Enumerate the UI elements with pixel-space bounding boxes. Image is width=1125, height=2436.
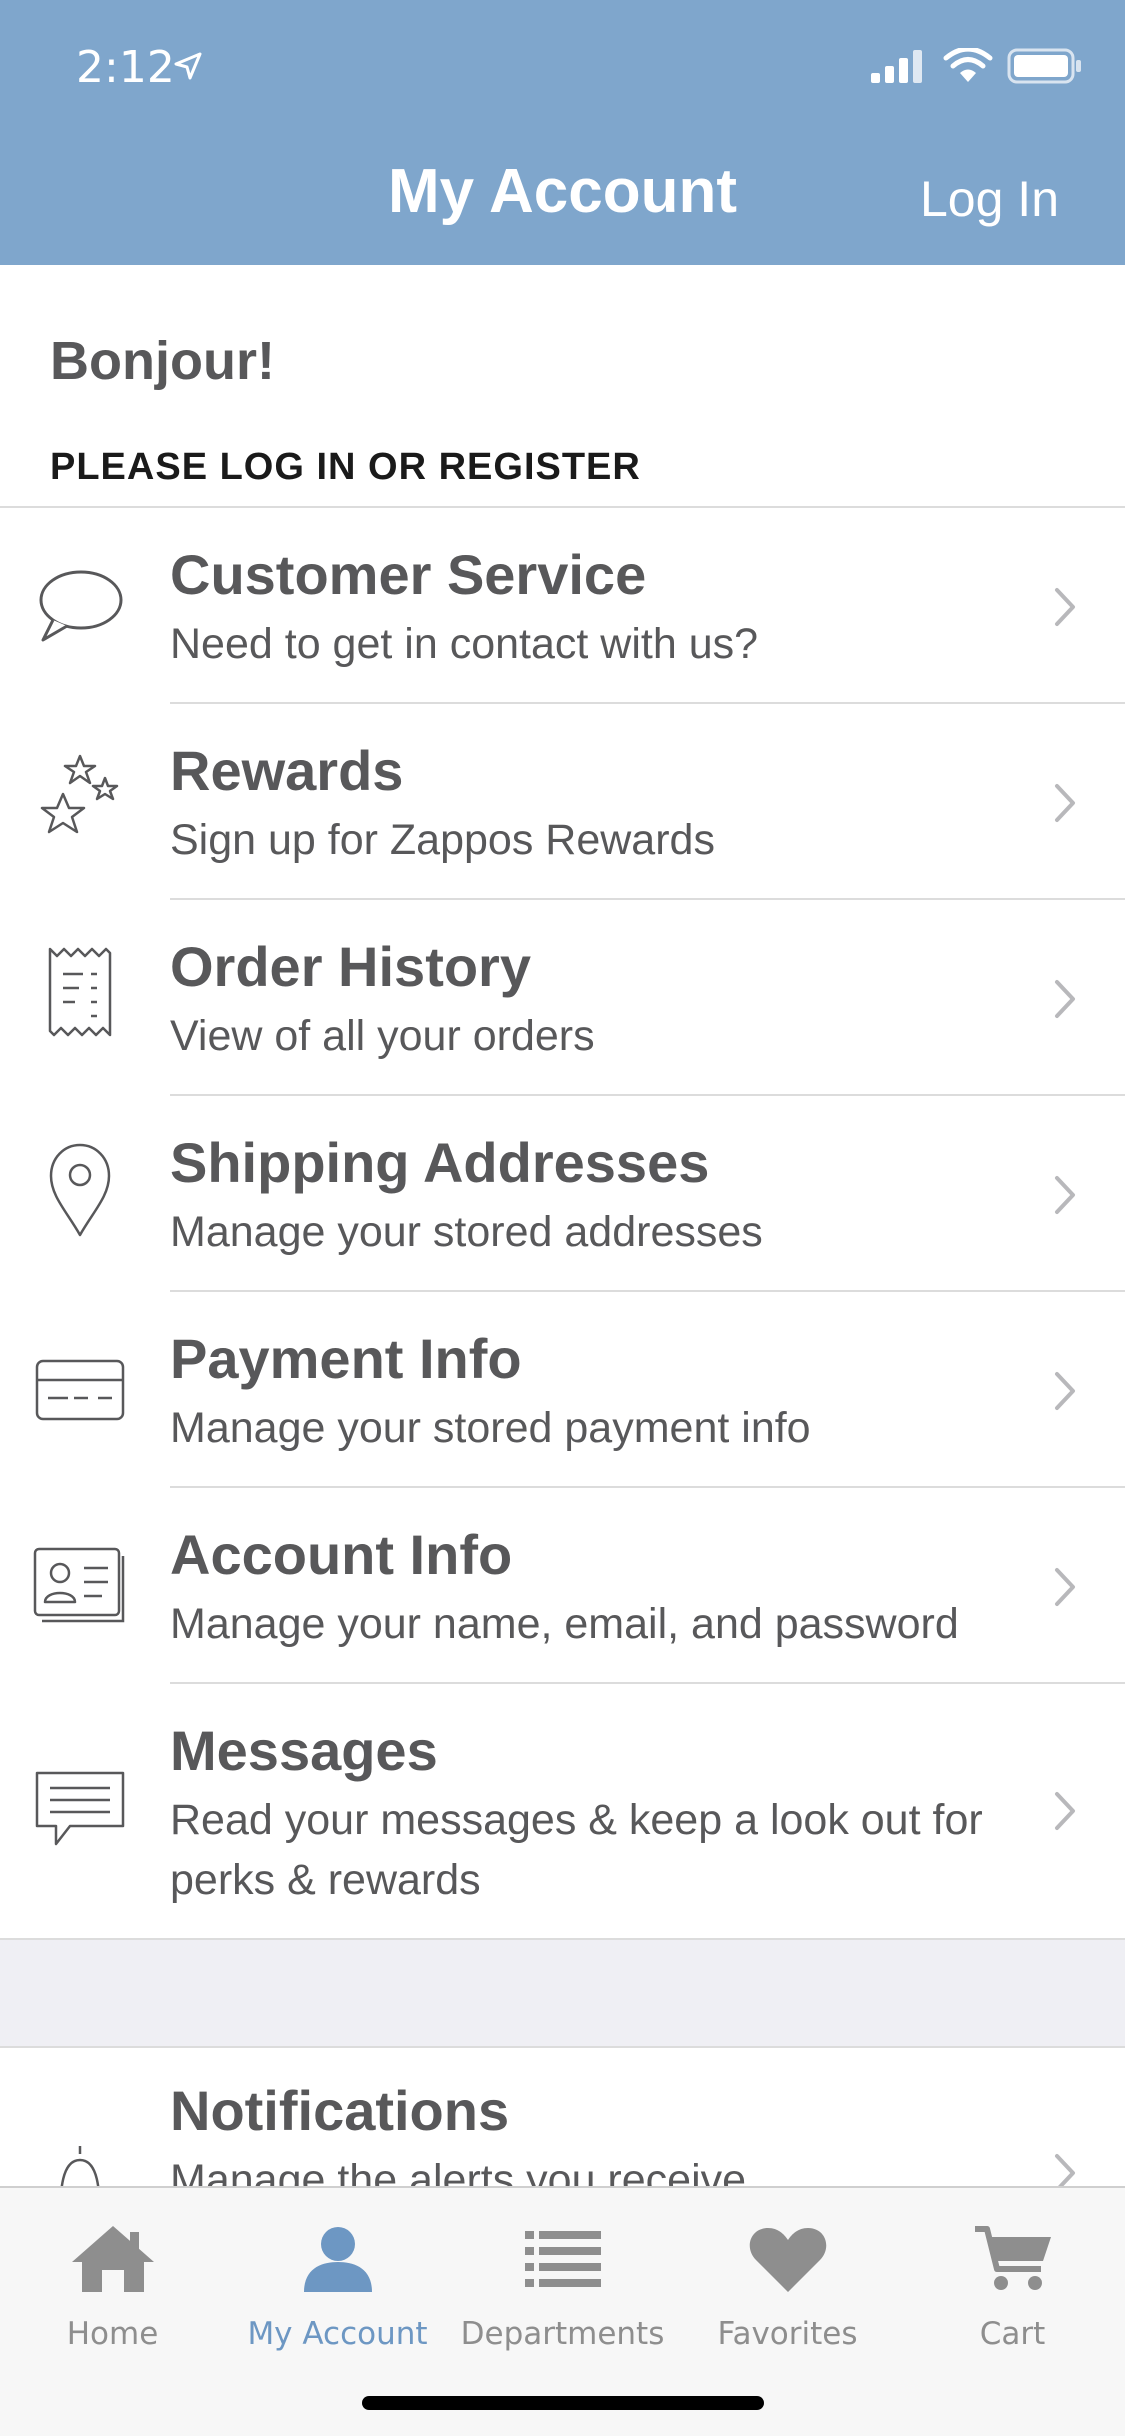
tab-label: Departments [460, 2316, 665, 2352]
row-title: Order History [170, 935, 531, 998]
cart-icon [900, 2214, 1125, 2304]
log-in-button[interactable]: Log In [920, 170, 1059, 228]
message-icon [30, 1750, 130, 1870]
menu-row-rewards[interactable]: Rewards Sign up for Zappos Rewards [0, 704, 1125, 900]
map-pin-icon [30, 1130, 130, 1250]
row-description: Sign up for Zappos Rewards [170, 816, 715, 864]
tab-cart[interactable]: Cart [900, 2214, 1125, 2352]
wifi-icon [943, 48, 993, 82]
row-description: Manage your stored addresses [170, 1208, 763, 1256]
stars-icon [30, 742, 130, 862]
chevron-right-icon [1055, 1176, 1075, 1214]
row-title: Notifications [170, 2079, 510, 2142]
row-description: Need to get in contact with us? [170, 620, 759, 668]
row-title: Rewards [170, 739, 404, 802]
row-title: Account Info [170, 1523, 513, 1586]
id-card-icon [30, 1526, 130, 1646]
chevron-right-icon [1055, 588, 1075, 626]
signal-icon [871, 50, 922, 83]
home-icon [0, 2214, 225, 2304]
header-bar: 2:12 My Account Log In [0, 0, 1125, 265]
receipt-icon [30, 934, 130, 1054]
row-title: Payment Info [170, 1327, 522, 1390]
battery-icon [1007, 48, 1081, 84]
chevron-right-icon [1055, 1372, 1075, 1410]
row-title: Shipping Addresses [170, 1131, 710, 1194]
menu-row-order-history[interactable]: Order History View of all your orders [0, 900, 1125, 1096]
status-icons [869, 48, 1083, 84]
tab-favorites[interactable]: Favorites [675, 2214, 900, 2352]
row-description: Read your messages & keep a look out for… [170, 1796, 983, 1904]
row-description: Manage your stored payment info [170, 1404, 811, 1452]
speech-bubble-icon [30, 546, 130, 666]
login-prompt: PLEASE LOG IN OR REGISTER [50, 446, 641, 488]
tab-home[interactable]: Home [0, 2214, 225, 2352]
tab-label: Favorites [717, 2316, 858, 2352]
greeting-text: Bonjour! [50, 331, 275, 391]
row-title: Customer Service [170, 543, 647, 606]
menu-row-messages[interactable]: Messages Read your messages & keep a loo… [0, 1684, 1125, 1938]
status-time: 2:12 [76, 42, 175, 93]
tab-departments[interactable]: Departments [450, 2214, 675, 2352]
menu-row-payment-info[interactable]: Payment Info Manage your stored payment … [0, 1292, 1125, 1488]
row-title: Messages [170, 1719, 438, 1782]
list-icon [450, 2214, 675, 2304]
section-separator [0, 1938, 1125, 2048]
row-description: Manage your name, email, and password [170, 1600, 959, 1648]
chevron-right-icon [1055, 784, 1075, 822]
row-description: View of all your orders [170, 1012, 595, 1060]
tab-label: My Account [247, 2316, 428, 2352]
home-indicator [362, 2396, 764, 2410]
tab-my-account[interactable]: My Account [225, 2214, 450, 2352]
chevron-right-icon [1055, 1568, 1075, 1606]
menu-row-shipping-addresses[interactable]: Shipping Addresses Manage your stored ad… [0, 1096, 1125, 1292]
menu-row-account-info[interactable]: Account Info Manage your name, email, an… [0, 1488, 1125, 1684]
heart-icon [675, 2214, 900, 2304]
credit-card-icon [30, 1330, 130, 1450]
user-icon [225, 2214, 450, 2304]
chevron-right-icon [1055, 1792, 1075, 1830]
menu-row-customer-service[interactable]: Customer Service Need to get in contact … [0, 508, 1125, 704]
location-arrow-icon [174, 52, 202, 80]
tab-label: Cart [979, 2316, 1046, 2352]
tab-label: Home [66, 2316, 159, 2352]
chevron-right-icon [1055, 980, 1075, 1018]
